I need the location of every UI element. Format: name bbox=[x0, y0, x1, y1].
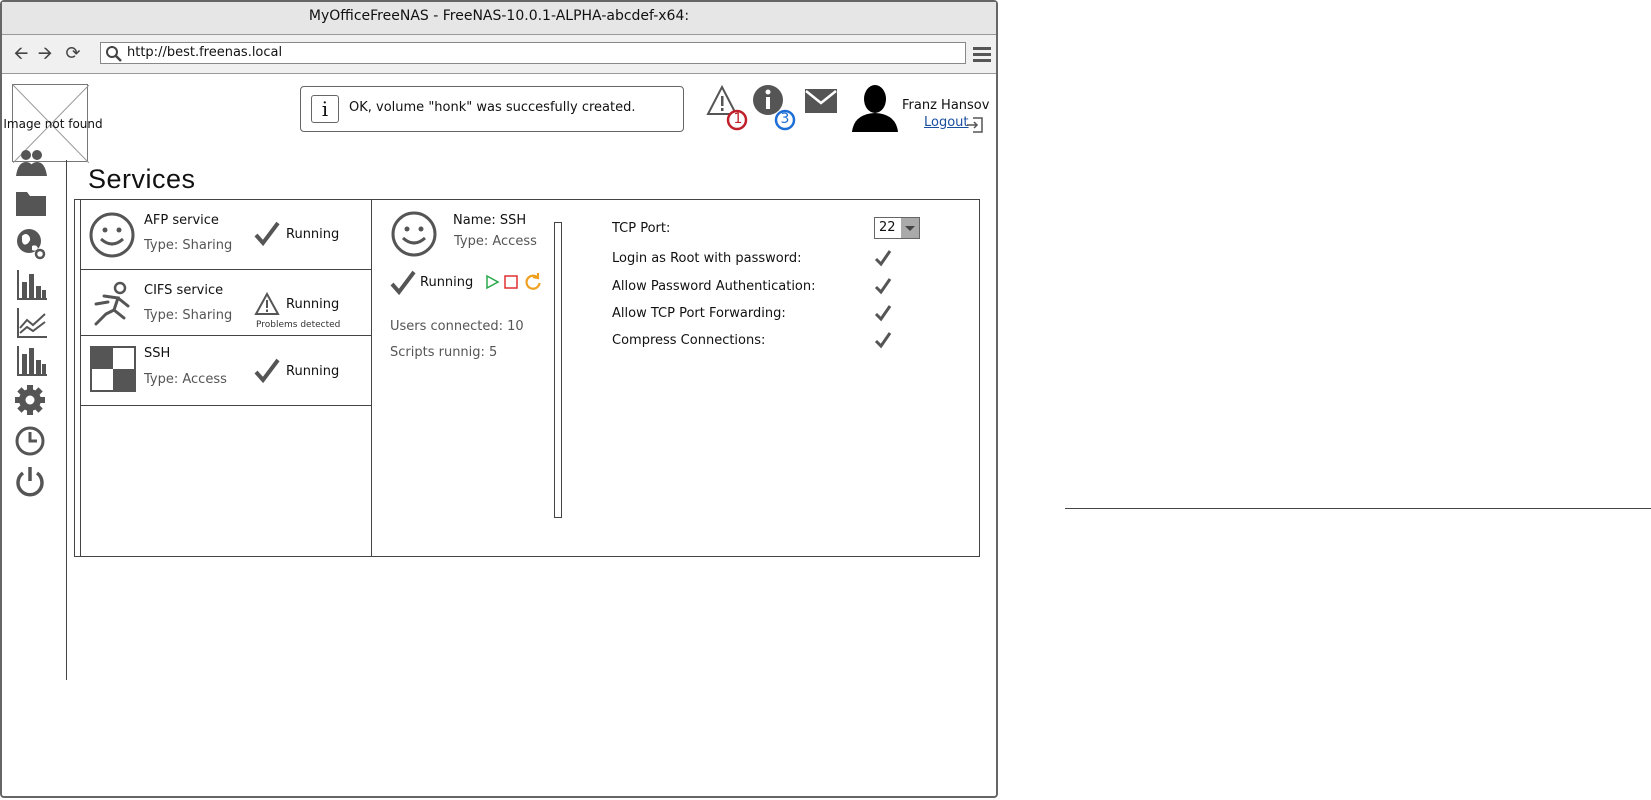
bar-chart-icon[interactable] bbox=[14, 268, 48, 302]
alerts-icon[interactable] bbox=[706, 84, 754, 132]
tcp-port-label: TCP Port: bbox=[612, 221, 671, 236]
play-icon[interactable] bbox=[484, 274, 500, 290]
back-arrow-icon[interactable]: 🡨 bbox=[10, 44, 32, 64]
service-name: SSH bbox=[144, 346, 171, 361]
sidebar-divider bbox=[66, 160, 67, 680]
service-type: Type: Access bbox=[144, 372, 227, 387]
restart-icon[interactable] bbox=[524, 273, 542, 291]
browser-toolbar: 🡨 🡪 ⟳ http://best.freenas.local bbox=[2, 35, 996, 74]
logout-icon[interactable] bbox=[966, 116, 984, 134]
service-status: Running bbox=[286, 364, 340, 379]
detail-status: Running bbox=[420, 275, 474, 290]
detail-type: Type: Access bbox=[454, 234, 537, 249]
users-icon[interactable] bbox=[14, 146, 48, 180]
smiley-icon bbox=[391, 211, 437, 257]
notification-text: OK, volume "honk" was succesfully create… bbox=[349, 100, 636, 115]
avatar bbox=[852, 85, 898, 132]
hamburger-menu-icon[interactable] bbox=[972, 44, 992, 64]
service-status: Running bbox=[286, 227, 340, 242]
page-title: Services bbox=[88, 164, 196, 194]
user-name: Franz Hansov bbox=[902, 98, 990, 113]
tcp-port-select[interactable]: 22 bbox=[874, 217, 920, 239]
url-bar[interactable]: http://best.freenas.local bbox=[100, 42, 966, 64]
window-title: MyOfficeFreeNAS - FreeNAS-10.0.1-ALPHA-a… bbox=[2, 2, 996, 35]
users-connected: Users connected: 10 bbox=[390, 319, 524, 334]
clock-icon[interactable] bbox=[14, 424, 48, 458]
check-icon bbox=[254, 221, 280, 247]
url-text: http://best.freenas.local bbox=[127, 45, 283, 60]
gear-icon[interactable] bbox=[14, 384, 48, 418]
password-auth-check-icon[interactable] bbox=[874, 277, 892, 295]
login-root-label: Login as Root with password: bbox=[612, 251, 802, 266]
list-detail-divider bbox=[371, 199, 372, 557]
detail-name: Name: SSH bbox=[453, 213, 527, 228]
reload-icon[interactable]: ⟳ bbox=[62, 44, 84, 64]
notification-banner: i OK, volume "honk" was succesfully crea… bbox=[300, 86, 684, 132]
running-person-icon bbox=[94, 281, 130, 326]
info-icon: i bbox=[311, 95, 339, 123]
network-globe-icon[interactable] bbox=[14, 226, 48, 260]
service-status: Running bbox=[286, 297, 340, 312]
stop-icon[interactable] bbox=[503, 274, 519, 290]
checkerboard-icon bbox=[90, 346, 136, 392]
check-icon bbox=[390, 270, 416, 296]
logout-link[interactable]: Logout bbox=[924, 115, 969, 130]
password-auth-label: Allow Password Authentication: bbox=[612, 279, 816, 294]
tcp-forwarding-check-icon[interactable] bbox=[874, 304, 892, 322]
service-name: CIFS service bbox=[144, 283, 224, 298]
search-icon bbox=[106, 46, 122, 62]
info-notifications-icon[interactable] bbox=[752, 84, 800, 132]
detail-scrollbar[interactable] bbox=[554, 222, 562, 518]
separator-line bbox=[1065, 508, 1651, 509]
logo-alt-text: Image not found bbox=[3, 117, 103, 131]
chevron-down-icon bbox=[901, 218, 919, 238]
service-row-cifs[interactable]: CIFS service Type: Sharing Running Probl… bbox=[80, 270, 371, 336]
login-root-check-icon[interactable] bbox=[874, 249, 892, 267]
service-type: Type: Sharing bbox=[144, 308, 233, 323]
line-chart-icon[interactable] bbox=[14, 306, 48, 340]
compress-label: Compress Connections: bbox=[612, 333, 766, 348]
tcp-forwarding-label: Allow TCP Port Forwarding: bbox=[612, 306, 786, 321]
reports-chart-icon[interactable] bbox=[14, 344, 48, 378]
service-row-afp[interactable]: AFP service Type: Sharing Running bbox=[80, 199, 371, 270]
scripts-running: Scripts runnig: 5 bbox=[390, 345, 498, 360]
service-note: Problems detected bbox=[256, 320, 341, 330]
folder-icon[interactable] bbox=[14, 186, 48, 220]
tcp-port-value: 22 bbox=[879, 220, 896, 235]
smiley-icon bbox=[89, 212, 135, 258]
alerts-count-badge: 1 bbox=[733, 111, 743, 127]
warning-icon bbox=[254, 292, 280, 315]
forward-arrow-icon[interactable]: 🡪 bbox=[34, 44, 56, 64]
info-count-badge: 3 bbox=[780, 111, 790, 127]
power-icon[interactable] bbox=[14, 464, 48, 498]
service-row-ssh[interactable]: SSH Type: Access Running bbox=[80, 336, 371, 406]
mail-icon[interactable] bbox=[804, 88, 838, 114]
service-type: Type: Sharing bbox=[144, 238, 233, 253]
compress-check-icon[interactable] bbox=[874, 331, 892, 349]
service-name: AFP service bbox=[144, 213, 219, 228]
check-icon bbox=[254, 358, 280, 384]
